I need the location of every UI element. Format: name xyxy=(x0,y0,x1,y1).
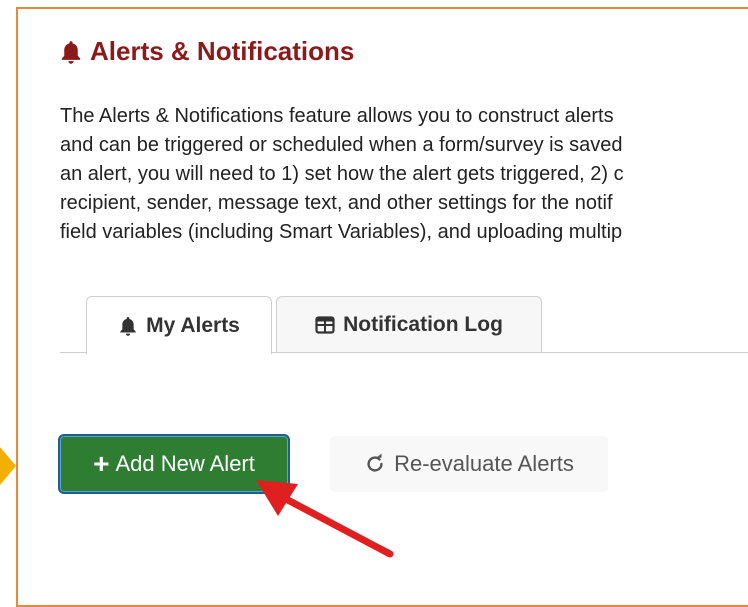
table-icon xyxy=(315,315,335,334)
page-title: Alerts & Notifications xyxy=(60,36,354,67)
tab-label: My Alerts xyxy=(146,313,240,337)
reevaluate-alerts-label: Re-evaluate Alerts xyxy=(394,451,574,476)
tab-my-alerts[interactable]: My Alerts xyxy=(86,296,272,354)
side-marker-arrow xyxy=(0,447,16,485)
bell-icon xyxy=(120,316,136,336)
description-line: The Alerts & Notifications feature allow… xyxy=(60,105,614,127)
feature-description: The Alerts & Notifications feature allow… xyxy=(60,102,748,247)
description-line: field variables (including Smart Variabl… xyxy=(60,221,623,243)
plus-icon: + xyxy=(93,448,110,479)
bell-icon xyxy=(61,40,81,64)
description-line: and can be triggered or scheduled when a… xyxy=(60,134,623,156)
description-line: an alert, you will need to 1) set how th… xyxy=(60,163,624,185)
tab-label: Notification Log xyxy=(343,312,503,336)
annotation-arrow-icon xyxy=(256,480,394,558)
tab-notification-log[interactable]: Notification Log xyxy=(276,296,542,352)
add-new-alert-label: Add New Alert xyxy=(115,451,255,476)
description-line: recipient, sender, message text, and oth… xyxy=(60,192,613,214)
page-title-text: Alerts & Notifications xyxy=(90,36,355,66)
